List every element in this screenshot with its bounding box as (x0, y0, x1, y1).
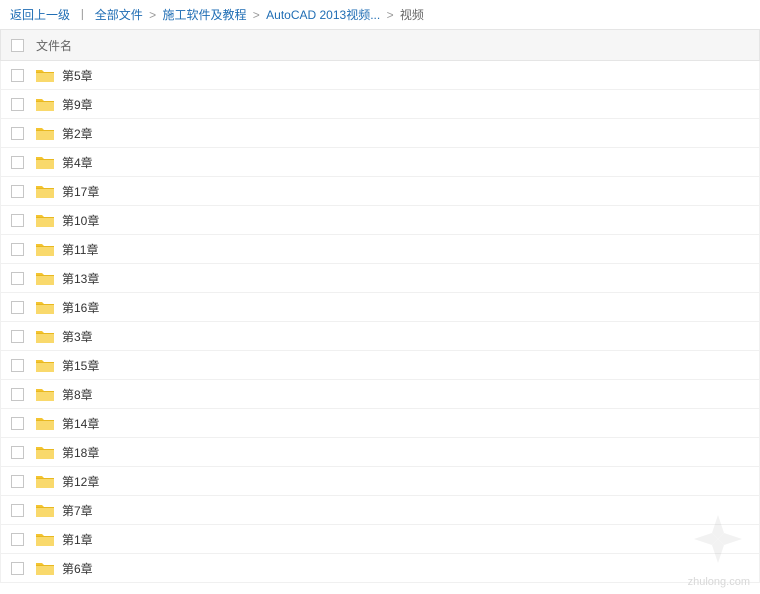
folder-icon (36, 503, 54, 518)
file-row[interactable]: 第16章 (1, 293, 759, 322)
file-name[interactable]: 第16章 (62, 299, 99, 316)
folder-icon (36, 242, 54, 257)
file-checkbox[interactable] (11, 475, 24, 488)
file-name[interactable]: 第6章 (62, 560, 93, 577)
file-name[interactable]: 第11章 (62, 241, 98, 258)
file-name[interactable]: 第15章 (62, 357, 99, 374)
folder-icon (36, 271, 54, 286)
folder-icon (36, 97, 54, 112)
breadcrumb-sep: > (149, 8, 156, 22)
file-checkbox[interactable] (11, 417, 24, 430)
file-name[interactable]: 第2章 (62, 125, 93, 142)
file-row[interactable]: 第5章 (1, 61, 759, 90)
file-row[interactable]: 第17章 (1, 177, 759, 206)
file-row[interactable]: 第10章 (1, 206, 759, 235)
file-checkbox[interactable] (11, 301, 24, 314)
file-row[interactable]: 第14章 (1, 409, 759, 438)
file-name[interactable]: 第7章 (62, 502, 93, 519)
breadcrumb-item-1[interactable]: 施工软件及教程 (162, 8, 246, 22)
folder-icon (36, 416, 54, 431)
file-row[interactable]: 第11章 (1, 235, 759, 264)
list-header: 文件名 (0, 29, 760, 61)
file-name[interactable]: 第18章 (62, 444, 99, 461)
folder-icon (36, 300, 54, 315)
file-name[interactable]: 第13章 (62, 270, 99, 287)
breadcrumb-current: 视频 (400, 8, 424, 22)
folder-icon (36, 387, 54, 402)
file-name[interactable]: 第1章 (62, 531, 93, 548)
folder-icon (36, 155, 54, 170)
file-checkbox[interactable] (11, 98, 24, 111)
breadcrumb-back[interactable]: 返回上一级 (10, 8, 70, 22)
file-checkbox[interactable] (11, 359, 24, 372)
file-row[interactable]: 第15章 (1, 351, 759, 380)
file-row[interactable]: 第7章 (1, 496, 759, 525)
file-name[interactable]: 第14章 (62, 415, 99, 432)
file-row[interactable]: 第6章 (1, 554, 759, 583)
folder-icon (36, 126, 54, 141)
file-checkbox[interactable] (11, 562, 24, 575)
file-row[interactable]: 第13章 (1, 264, 759, 293)
file-list: 第5章第9章第2章第4章第17章第10章第11章第13章第16章第3章第15章第… (0, 61, 760, 583)
file-row[interactable]: 第2章 (1, 119, 759, 148)
file-checkbox[interactable] (11, 185, 24, 198)
breadcrumb: 返回上一级 丨 全部文件 > 施工软件及教程 > AutoCAD 2013视频.… (0, 0, 760, 29)
folder-icon (36, 358, 54, 373)
file-row[interactable]: 第9章 (1, 90, 759, 119)
file-row[interactable]: 第4章 (1, 148, 759, 177)
breadcrumb-sep: > (387, 8, 394, 22)
folder-icon (36, 561, 54, 576)
folder-icon (36, 445, 54, 460)
file-row[interactable]: 第12章 (1, 467, 759, 496)
column-header-name[interactable]: 文件名 (36, 37, 72, 54)
file-name[interactable]: 第4章 (62, 154, 93, 171)
file-checkbox[interactable] (11, 156, 24, 169)
folder-icon (36, 329, 54, 344)
file-name[interactable]: 第17章 (62, 183, 99, 200)
folder-icon (36, 184, 54, 199)
file-checkbox[interactable] (11, 243, 24, 256)
file-checkbox[interactable] (11, 127, 24, 140)
folder-icon (36, 532, 54, 547)
select-all-checkbox[interactable] (11, 39, 24, 52)
breadcrumb-divider: 丨 (76, 8, 88, 22)
file-name[interactable]: 第3章 (62, 328, 93, 345)
file-checkbox[interactable] (11, 504, 24, 517)
file-row[interactable]: 第1章 (1, 525, 759, 554)
file-row[interactable]: 第8章 (1, 380, 759, 409)
file-checkbox[interactable] (11, 272, 24, 285)
breadcrumb-item-2[interactable]: AutoCAD 2013视频... (266, 8, 380, 22)
file-checkbox[interactable] (11, 330, 24, 343)
folder-icon (36, 474, 54, 489)
file-name[interactable]: 第12章 (62, 473, 99, 490)
file-checkbox[interactable] (11, 388, 24, 401)
folder-icon (36, 68, 54, 83)
file-checkbox[interactable] (11, 69, 24, 82)
file-name[interactable]: 第9章 (62, 96, 93, 113)
file-checkbox[interactable] (11, 533, 24, 546)
file-checkbox[interactable] (11, 446, 24, 459)
breadcrumb-item-0[interactable]: 全部文件 (95, 8, 143, 22)
file-name[interactable]: 第8章 (62, 386, 93, 403)
folder-icon (36, 213, 54, 228)
file-checkbox[interactable] (11, 214, 24, 227)
file-name[interactable]: 第10章 (62, 212, 99, 229)
file-name[interactable]: 第5章 (62, 67, 93, 84)
file-row[interactable]: 第18章 (1, 438, 759, 467)
breadcrumb-sep: > (253, 8, 260, 22)
file-row[interactable]: 第3章 (1, 322, 759, 351)
